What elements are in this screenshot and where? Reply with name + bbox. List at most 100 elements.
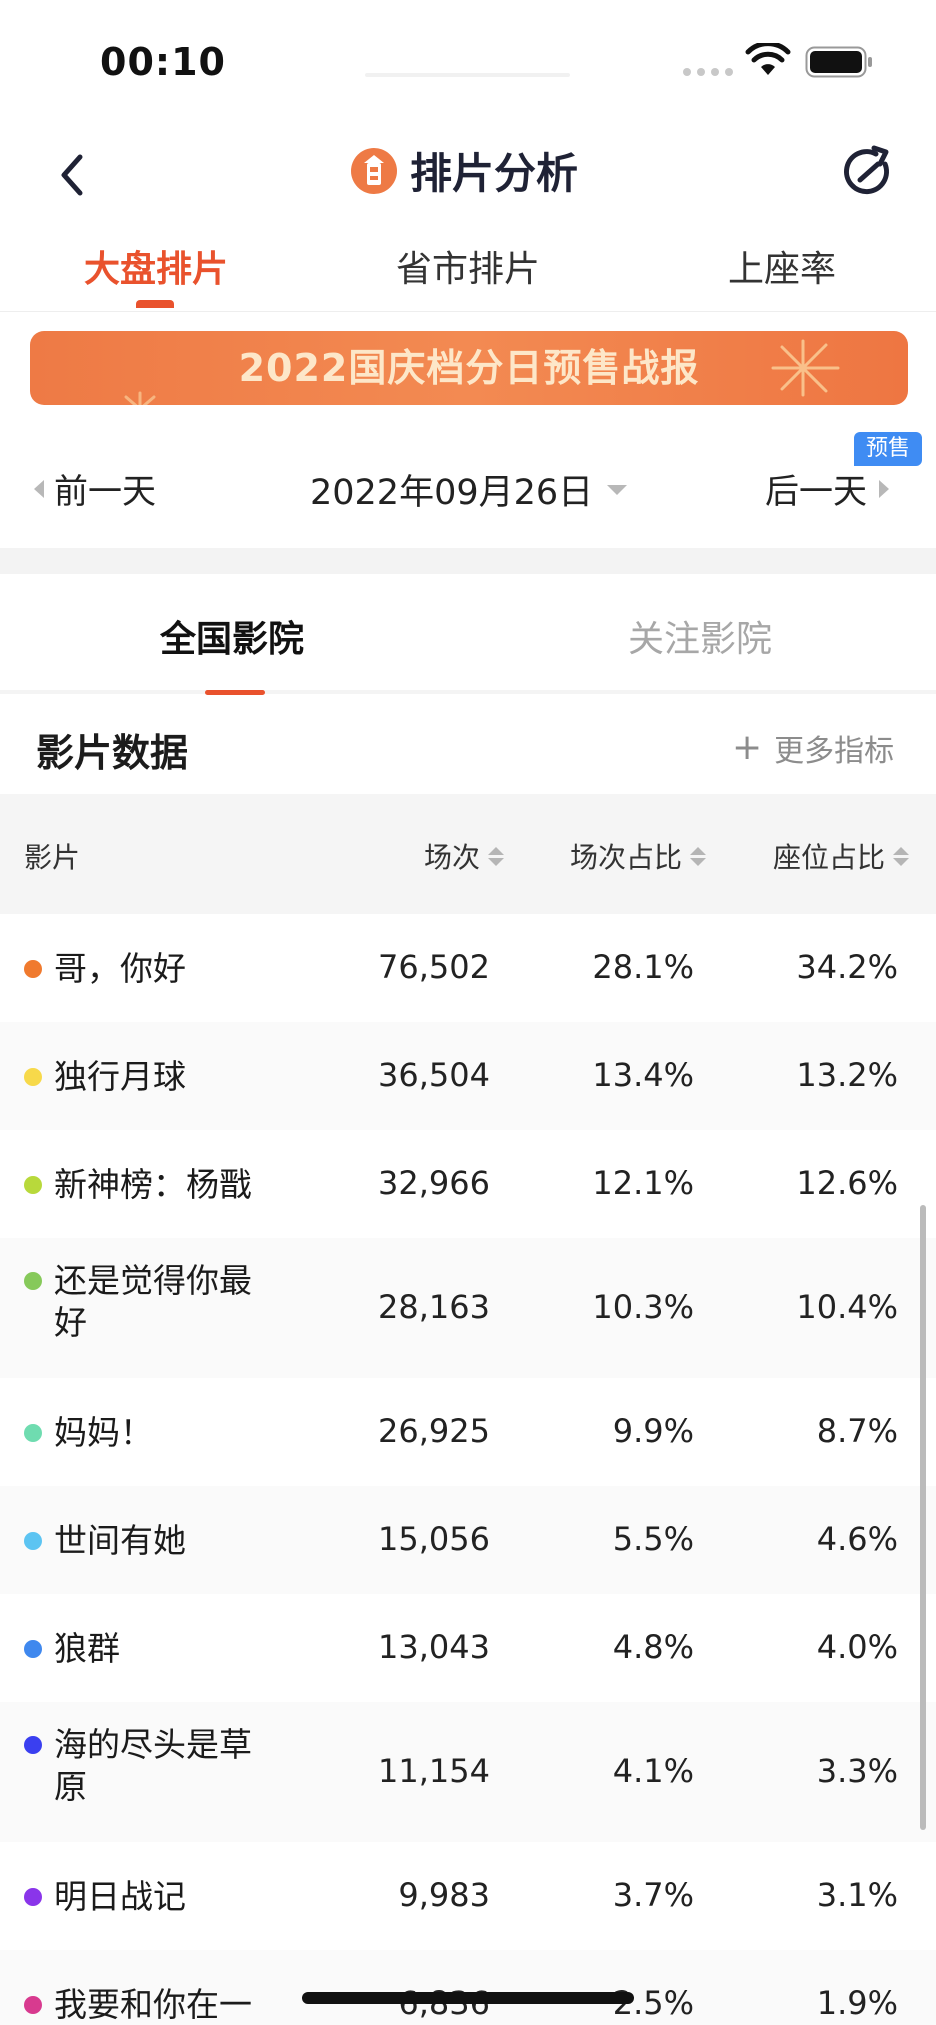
table-row[interactable]: 海的尽头是草原 11,154 4.1% 3.3% xyxy=(0,1702,936,1842)
caret-down-icon xyxy=(607,484,628,495)
show-ratio-value: 13.4% xyxy=(592,1056,694,1094)
date-selector: 前一天 2022年09月26日 后一天 xyxy=(0,430,936,550)
prev-day-button[interactable]: 前一天 xyxy=(34,464,156,513)
column-header-film: 影片 xyxy=(24,836,80,876)
show-ratio-value: 10.3% xyxy=(592,1288,694,1326)
shows-value: 11,154 xyxy=(378,1752,490,1790)
seat-ratio-value: 10.4% xyxy=(796,1288,898,1326)
home-indicator xyxy=(302,1992,634,2004)
tab-national-cinemas[interactable]: 全国影院 xyxy=(160,610,304,662)
shows-value: 76,502 xyxy=(378,948,490,986)
show-ratio-value: 9.9% xyxy=(612,1412,694,1450)
legend-dot-icon xyxy=(24,1736,42,1754)
seat-ratio-value: 3.1% xyxy=(816,1876,898,1914)
film-cell: 我要和你在一 xyxy=(24,1984,274,2025)
show-ratio-value: 5.5% xyxy=(612,1520,694,1558)
column-header-show-ratio[interactable]: 场次占比 xyxy=(570,836,707,876)
tab-province-schedule[interactable]: 省市排片 xyxy=(396,240,540,292)
presale-badge: 预售 xyxy=(854,432,922,466)
column-header-seat-ratio[interactable]: 座位占比 xyxy=(773,836,910,876)
film-cell: 独行月球 xyxy=(24,1056,274,1098)
table-row[interactable]: 新神榜：杨戬 32,966 12.1% 12.6% xyxy=(0,1130,936,1238)
tab-occupancy[interactable]: 上座率 xyxy=(728,240,836,292)
wifi-icon xyxy=(745,43,791,75)
shows-value: 36,504 xyxy=(378,1056,490,1094)
refresh-icon[interactable] xyxy=(838,142,898,202)
current-date: 2022年09月26日 xyxy=(310,473,594,513)
tab-followed-cinemas[interactable]: 关注影院 xyxy=(628,610,772,662)
table-row[interactable]: 哥，你好 76,502 28.1% 34.2% xyxy=(0,914,936,1022)
date-picker[interactable]: 2022年09月26日 xyxy=(310,464,628,515)
film-name: 明日战记 xyxy=(54,1877,186,1916)
table-row[interactable]: 明日战记 9,983 3.7% 3.1% xyxy=(0,1842,936,1950)
shows-value: 15,056 xyxy=(378,1520,490,1558)
film-name: 独行月球 xyxy=(54,1057,186,1096)
next-day-button[interactable]: 后一天 xyxy=(765,464,889,513)
column-header-label: 场次占比 xyxy=(570,841,683,874)
film-name: 世间有她 xyxy=(54,1521,186,1560)
column-header-label: 座位占比 xyxy=(773,841,886,874)
cinema-tab-indicator xyxy=(205,690,265,695)
back-arrow-icon[interactable] xyxy=(50,145,100,205)
shows-value: 9,983 xyxy=(398,1876,490,1914)
page-title: 排片分析 xyxy=(410,149,579,198)
sort-icon xyxy=(893,846,910,866)
nav-title-group: 排片分析 xyxy=(350,140,578,201)
seat-ratio-value: 4.6% xyxy=(816,1520,898,1558)
legend-dot-icon xyxy=(24,1068,42,1086)
caret-left-icon xyxy=(34,479,44,498)
plus-icon: + xyxy=(732,727,763,768)
film-cell: 还是觉得你最好 xyxy=(24,1260,274,1344)
film-name: 还是觉得你最好 xyxy=(54,1261,252,1342)
film-cell: 哥，你好 xyxy=(24,948,274,990)
legend-dot-icon xyxy=(24,1272,42,1290)
table-row[interactable]: 妈妈！ 26,925 9.9% 8.7% xyxy=(0,1378,936,1486)
legend-dot-icon xyxy=(24,1176,42,1194)
table-row[interactable]: 狼群 13,043 4.8% 4.0% xyxy=(0,1594,936,1702)
film-name: 我要和你在一 xyxy=(54,1985,252,2024)
firework-icon xyxy=(771,339,840,397)
table-row[interactable]: 还是觉得你最好 28,163 10.3% 10.4% xyxy=(0,1238,936,1378)
legend-dot-icon xyxy=(24,1424,42,1442)
shows-value: 32,966 xyxy=(378,1164,490,1202)
legend-dot-icon xyxy=(24,1532,42,1550)
show-ratio-value: 3.7% xyxy=(612,1876,694,1914)
section-divider xyxy=(0,548,936,574)
sort-icon xyxy=(488,846,505,866)
top-tabs: 大盘排片 省市排片 上座率 xyxy=(0,240,936,312)
seat-ratio-value: 34.2% xyxy=(796,948,898,986)
shows-value: 13,043 xyxy=(378,1628,490,1666)
film-name: 新神榜：杨戬 xyxy=(54,1165,252,1204)
show-ratio-value: 4.1% xyxy=(612,1752,694,1790)
table-header: 影片 场次 场次占比 座位占比 xyxy=(0,794,936,914)
film-name: 狼群 xyxy=(54,1629,120,1668)
show-ratio-value: 4.8% xyxy=(612,1628,694,1666)
film-cell: 狼群 xyxy=(24,1628,274,1670)
column-header-shows[interactable]: 场次 xyxy=(424,836,505,876)
table-row[interactable]: 我要和你在一6,8362.5%1.9% xyxy=(0,1950,936,2025)
film-cell: 明日战记 xyxy=(24,1876,274,1918)
film-cell: 世间有她 xyxy=(24,1520,274,1562)
promo-banner[interactable]: 2022国庆档分日预售战报 xyxy=(30,331,908,405)
table-row[interactable]: 世间有她 15,056 5.5% 4.6% xyxy=(0,1486,936,1594)
notch xyxy=(365,73,570,77)
scrollbar[interactable] xyxy=(920,1205,926,1830)
shows-value: 28,163 xyxy=(378,1288,490,1326)
section-title: 影片数据 xyxy=(36,731,189,775)
seat-ratio-value: 1.9% xyxy=(816,1984,898,2022)
legend-dot-icon xyxy=(24,1996,42,2014)
seat-ratio-value: 4.0% xyxy=(816,1628,898,1666)
show-ratio-value: 12.1% xyxy=(592,1164,694,1202)
tab-market-schedule[interactable]: 大盘排片 xyxy=(84,240,228,292)
prev-day-label: 前一天 xyxy=(54,472,156,512)
cellular-signal-icon xyxy=(683,68,733,76)
battery-icon xyxy=(805,46,872,78)
next-day-label: 后一天 xyxy=(765,472,867,512)
film-name: 哥，你好 xyxy=(54,949,186,988)
sort-icon xyxy=(690,846,707,866)
legend-dot-icon xyxy=(24,960,42,978)
table-row[interactable]: 独行月球 36,504 13.4% 13.2% xyxy=(0,1022,936,1130)
column-header-label: 场次 xyxy=(424,841,481,874)
more-metrics-button[interactable]: + 更多指标 xyxy=(732,726,894,770)
status-time: 00:10 xyxy=(100,40,226,84)
